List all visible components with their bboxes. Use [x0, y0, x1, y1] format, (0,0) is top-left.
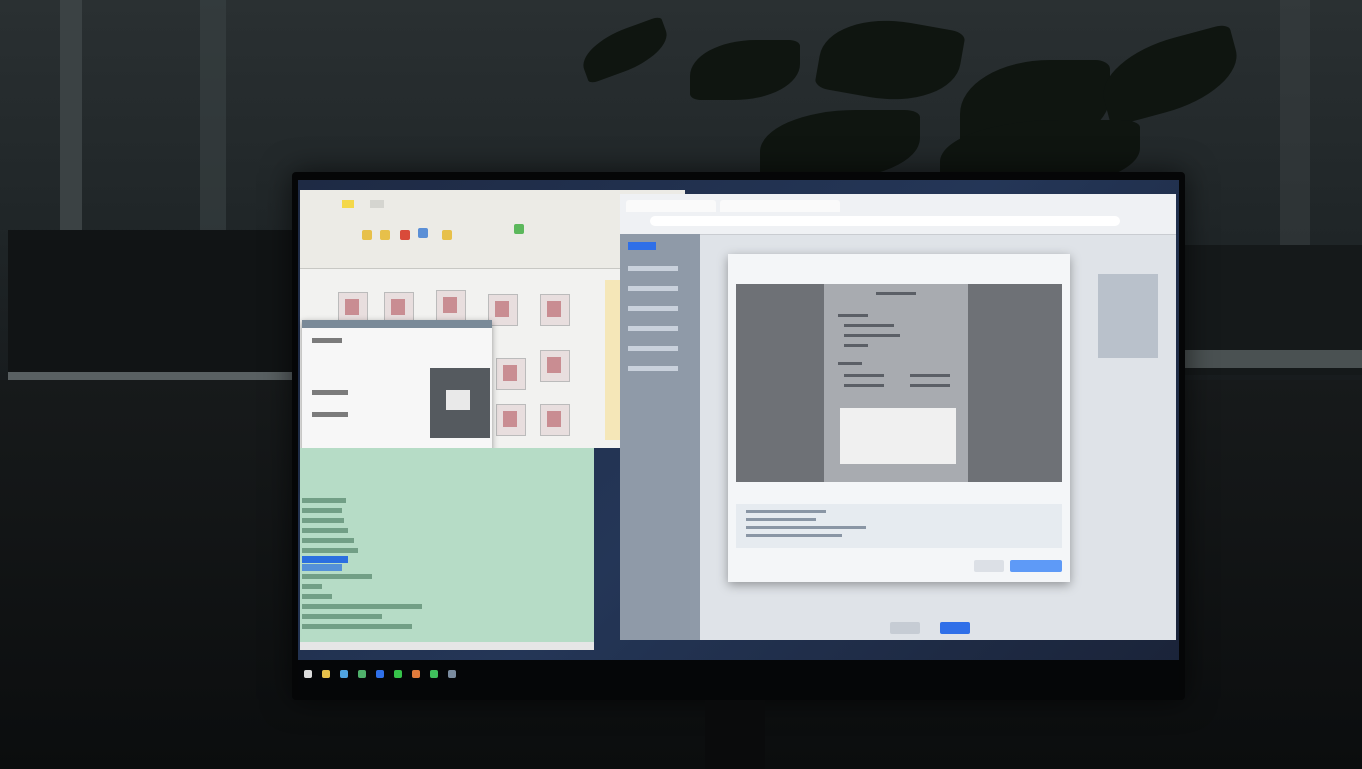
- text-line: [302, 518, 344, 523]
- dialog-text: [312, 338, 342, 343]
- page-text: [844, 374, 884, 377]
- page-text: [838, 314, 868, 317]
- copy-icon[interactable]: [362, 230, 372, 240]
- text-line: [302, 604, 422, 609]
- image-thumbnail[interactable]: [540, 404, 570, 436]
- cubicle-divider: [8, 230, 293, 390]
- text-line: [302, 508, 342, 513]
- right-panel: [1098, 274, 1158, 358]
- sidebar-item[interactable]: [628, 306, 678, 311]
- ribbon-tab-active[interactable]: [342, 200, 354, 208]
- sidebar-item[interactable]: [628, 266, 678, 271]
- text-line: [302, 528, 348, 533]
- dialog-text: [312, 412, 348, 417]
- text-line: [302, 584, 322, 589]
- info-text: [746, 518, 816, 521]
- chat-icon[interactable]: [430, 670, 438, 678]
- app-icon[interactable]: [376, 670, 384, 678]
- photo: [0, 0, 1362, 769]
- page-text: [838, 362, 862, 365]
- document-preview: [736, 284, 1062, 482]
- sidebar-item[interactable]: [628, 326, 678, 331]
- image-thumbnail[interactable]: [496, 358, 526, 390]
- app-icon[interactable]: [448, 670, 456, 678]
- app-sidebar: [620, 234, 700, 640]
- app-icon[interactable]: [412, 670, 420, 678]
- text-line: [302, 614, 382, 619]
- text-line: [302, 498, 346, 503]
- monitor-screen: [298, 180, 1179, 690]
- text-line: [302, 574, 372, 579]
- address-bar[interactable]: [650, 216, 1120, 226]
- delete-icon[interactable]: [400, 230, 410, 240]
- confirm-button[interactable]: [1010, 560, 1062, 572]
- image-thumbnail[interactable]: [540, 294, 570, 326]
- folder-icon[interactable]: [442, 230, 452, 240]
- page-text: [910, 374, 950, 377]
- sidebar-item[interactable]: [628, 366, 678, 371]
- start-icon[interactable]: [304, 670, 312, 678]
- page-text: [910, 384, 950, 387]
- monitor-stand: [705, 700, 765, 769]
- image-thumbnail[interactable]: [436, 290, 466, 322]
- ribbon-tab[interactable]: [370, 200, 384, 208]
- app-icon[interactable]: [340, 670, 348, 678]
- text-line: [302, 594, 332, 599]
- browser-tab-active[interactable]: [720, 200, 840, 212]
- desk-shelf: [1185, 350, 1362, 368]
- popup-content: [446, 390, 470, 410]
- browser-icon[interactable]: [358, 670, 366, 678]
- image-thumbnail[interactable]: [496, 404, 526, 436]
- monitor: [292, 172, 1185, 700]
- selected-text[interactable]: [302, 564, 342, 571]
- info-text: [746, 526, 866, 529]
- page-text: [876, 292, 916, 295]
- image-thumbnail[interactable]: [540, 350, 570, 382]
- page-text: [844, 344, 868, 347]
- page-table: [840, 408, 956, 464]
- page-text: [844, 324, 894, 327]
- dialog-title-bar[interactable]: [302, 320, 492, 328]
- info-text: [746, 510, 826, 513]
- share-icon[interactable]: [418, 228, 428, 238]
- sidebar-item[interactable]: [628, 286, 678, 291]
- editor-status-bar: [300, 642, 594, 650]
- app-icon[interactable]: [394, 670, 402, 678]
- info-box: [736, 504, 1062, 548]
- taskbar: [298, 660, 1179, 690]
- text-editor-window[interactable]: [300, 448, 594, 650]
- page-text: [844, 334, 900, 337]
- text-line: [302, 538, 354, 543]
- print-preview-modal[interactable]: [728, 254, 1070, 582]
- folder-icon[interactable]: [322, 670, 330, 678]
- selected-text[interactable]: [302, 556, 348, 563]
- check-icon[interactable]: [514, 224, 524, 234]
- text-line: [302, 548, 358, 553]
- browser-toolbar: [620, 194, 1176, 235]
- document-page: [824, 284, 968, 482]
- paste-icon[interactable]: [380, 230, 390, 240]
- text-line: [302, 624, 412, 629]
- browser-tab[interactable]: [626, 200, 716, 212]
- sidebar-item[interactable]: [628, 346, 678, 351]
- browser-window[interactable]: [620, 194, 1176, 640]
- page-text: [844, 384, 884, 387]
- info-text: [746, 534, 842, 537]
- cancel-button[interactable]: [974, 560, 1004, 572]
- nested-popup[interactable]: [430, 368, 490, 438]
- dialog-text: [312, 390, 348, 395]
- next-button[interactable]: [940, 622, 970, 634]
- app-logo: [628, 242, 656, 250]
- back-button[interactable]: [890, 622, 920, 634]
- image-thumbnail[interactable]: [488, 294, 518, 326]
